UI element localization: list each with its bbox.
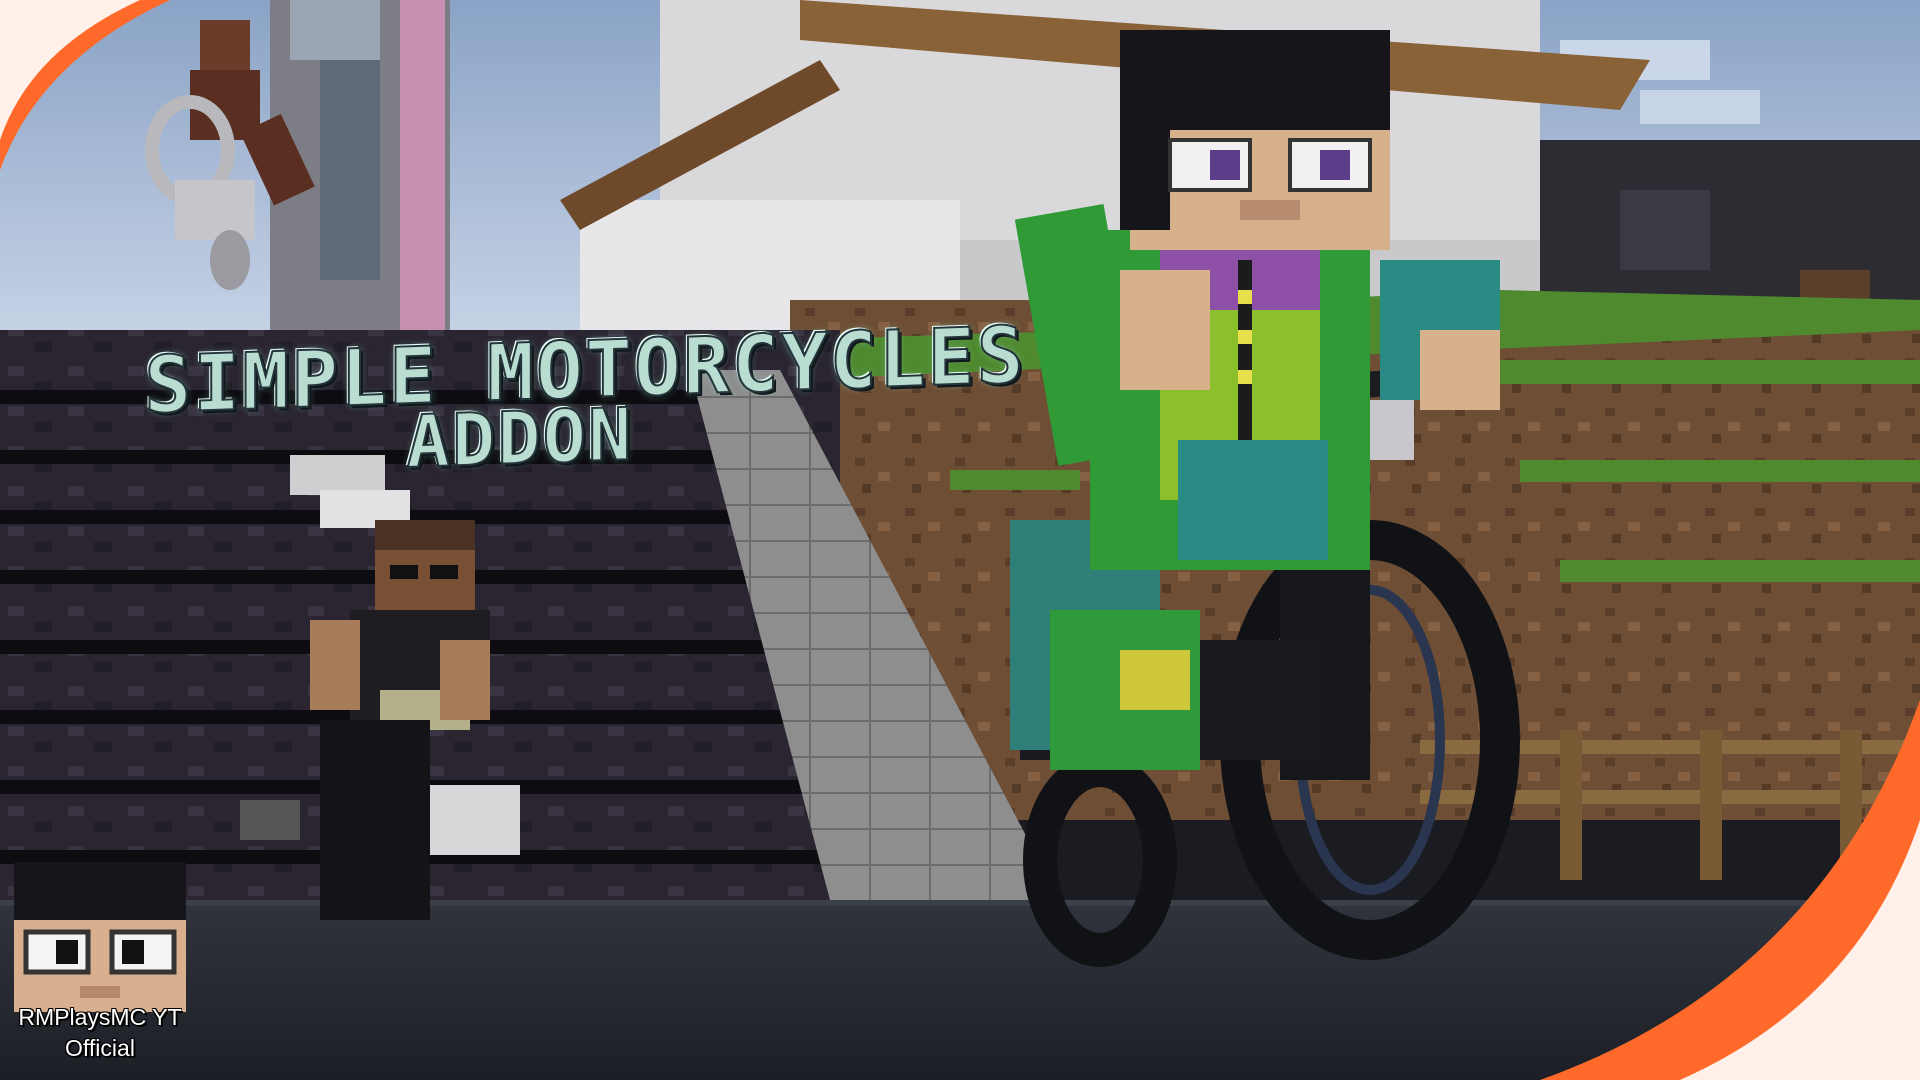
thumbnail-scene: Simple Motorcycles Addon RMPlaysMC YT Of… — [0, 0, 1920, 1080]
channel-name-suffix: Official — [65, 1035, 135, 1061]
channel-name: RMPlaysMC YT — [18, 1004, 182, 1030]
channel-avatar-icon — [14, 862, 186, 1012]
minecraft-scene-illustration — [0, 0, 1920, 1080]
